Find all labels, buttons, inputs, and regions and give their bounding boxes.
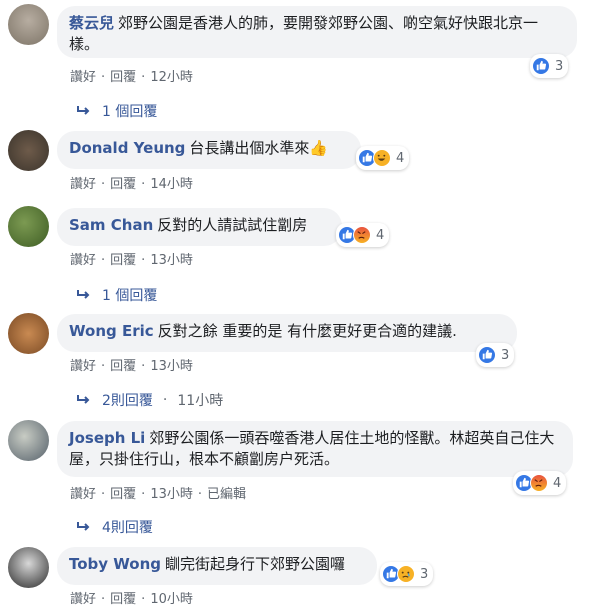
view-replies-link[interactable]: 1 個回覆 <box>76 285 157 305</box>
like-button[interactable]: 讚好 <box>70 359 96 374</box>
reply-button[interactable]: 回覆 <box>110 177 136 192</box>
edited-label[interactable]: 已編輯 <box>207 487 246 502</box>
reaction-summary[interactable]: 3 <box>380 562 434 586</box>
comment-text: 反對之餘 重要的是 有什麼更好更合適的建議. <box>157 322 457 340</box>
comment-bubble: Donald Yeung 台長講出個水準來👍 <box>57 131 361 169</box>
angry-reaction-icon <box>530 474 548 492</box>
comment-actions: 讚好 · 回覆 · 12小時 <box>70 70 193 85</box>
reaction-summary[interactable]: 3 <box>476 343 515 367</box>
comment-text: 瞓完街起身行下郊野公園囉 <box>165 555 346 573</box>
reply-arrow-icon <box>77 290 90 299</box>
comment-actions: 讚好 · 回覆 · 10小時 <box>70 592 193 607</box>
comment-author[interactable]: Sam Chan <box>69 216 153 234</box>
haha-reaction-icon <box>373 149 391 167</box>
comment-time[interactable]: 10小時 <box>150 592 193 607</box>
comment-author[interactable]: 蔡云兒 <box>69 14 114 32</box>
replies-count: 1 個回覆 <box>102 104 158 120</box>
reaction-count: 4 <box>376 227 385 243</box>
like-button[interactable]: 讚好 <box>70 70 96 85</box>
reply-button[interactable]: 回覆 <box>110 70 136 85</box>
reply-button[interactable]: 回覆 <box>110 359 136 374</box>
avatar[interactable] <box>8 313 49 354</box>
avatar[interactable] <box>8 4 49 45</box>
like-reaction-icon <box>478 346 496 364</box>
comment-bubble: 蔡云兒 郊野公園是香港人的肺，要開發郊野公園、啲空氣好快跟北京一樣。 <box>57 6 577 58</box>
angry-reaction-icon <box>353 226 371 244</box>
avatar[interactable] <box>8 420 49 461</box>
comment-time[interactable]: 14小時 <box>150 177 193 192</box>
reaction-count: 4 <box>553 475 562 491</box>
reply-button[interactable]: 回覆 <box>110 487 136 502</box>
reply-arrow-icon <box>77 106 90 115</box>
comment-bubble: Toby Wong 瞓完街起身行下郊野公園囉 <box>57 547 377 585</box>
reaction-summary[interactable]: 4 <box>513 471 567 495</box>
comment-actions: 讚好 · 回覆 · 13小時 <box>70 359 193 374</box>
comment-author[interactable]: Toby Wong <box>69 555 161 573</box>
reaction-summary[interactable]: 3 <box>530 54 569 78</box>
comment-time[interactable]: 13小時 <box>150 487 193 502</box>
comment-actions: 讚好 · 回覆 · 14小時 <box>70 177 193 192</box>
comment-author[interactable]: Donald Yeung <box>69 139 185 157</box>
like-button[interactable]: 讚好 <box>70 592 96 607</box>
comment-actions: 讚好 · 回覆 · 13小時 · 已編輯 <box>70 487 247 502</box>
comment-time[interactable]: 13小時 <box>150 253 193 268</box>
comment-text: 台長講出個水準來👍 <box>189 139 329 157</box>
avatar[interactable] <box>8 547 49 588</box>
view-replies-link[interactable]: 2則回覆 · 11小時 <box>76 390 223 410</box>
like-button[interactable]: 讚好 <box>70 487 96 502</box>
reply-button[interactable]: 回覆 <box>110 253 136 268</box>
comment-bubble: Joseph Li 郊野公園係一頭吞噬香港人居住土地的怪獸。林超英自己住大屋，只掛… <box>57 421 573 477</box>
sad-reaction-icon <box>397 565 415 583</box>
replies-count: 4則回覆 <box>102 520 153 536</box>
reply-arrow-icon <box>77 395 90 404</box>
avatar[interactable] <box>8 130 49 171</box>
reaction-summary[interactable]: 4 <box>336 223 390 247</box>
reply-button[interactable]: 回覆 <box>110 592 136 607</box>
replies-count: 2則回覆 <box>102 393 153 409</box>
replies-time: 11小時 <box>177 393 224 409</box>
comment-author[interactable]: Joseph Li <box>69 429 145 447</box>
comment-actions: 讚好 · 回覆 · 13小時 <box>70 253 193 268</box>
avatar[interactable] <box>8 206 49 247</box>
comment-time[interactable]: 13小時 <box>150 359 193 374</box>
comment-time[interactable]: 12小時 <box>150 70 193 85</box>
reply-arrow-icon <box>77 522 90 531</box>
reaction-count: 3 <box>501 347 510 363</box>
like-button[interactable]: 讚好 <box>70 253 96 268</box>
like-reaction-icon <box>532 57 550 75</box>
reaction-count: 3 <box>420 566 429 582</box>
comment-bubble: Wong Eric 反對之餘 重要的是 有什麼更好更合適的建議. <box>57 314 517 352</box>
reaction-count: 3 <box>555 58 564 74</box>
replies-count: 1 個回覆 <box>102 288 158 304</box>
comment-text: 郊野公園是香港人的肺，要開發郊野公園、啲空氣好快跟北京一樣。 <box>69 14 539 53</box>
reaction-summary[interactable]: 4 <box>356 146 410 170</box>
comment-author[interactable]: Wong Eric <box>69 322 154 340</box>
reaction-count: 4 <box>396 150 405 166</box>
like-button[interactable]: 讚好 <box>70 177 96 192</box>
comment-bubble: Sam Chan 反對的人請試試住劏房 <box>57 208 342 246</box>
view-replies-link[interactable]: 4則回覆 <box>76 517 153 537</box>
comment-text: 反對的人請試試住劏房 <box>157 216 308 234</box>
view-replies-link[interactable]: 1 個回覆 <box>76 101 157 121</box>
